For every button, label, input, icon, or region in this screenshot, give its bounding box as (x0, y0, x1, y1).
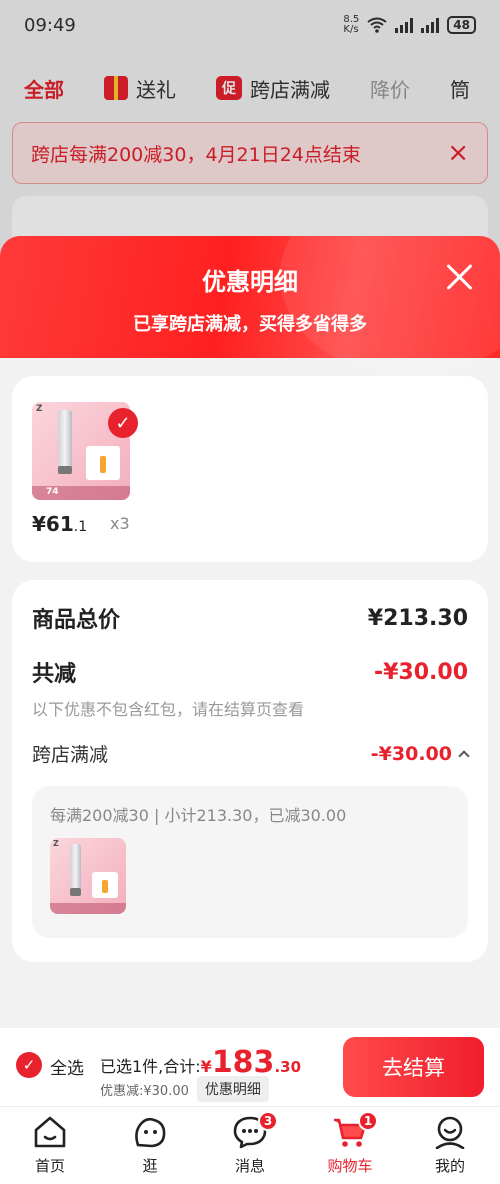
nav-cart-label: 购物车 (327, 1157, 373, 1175)
nav-message-label: 消息 (234, 1157, 265, 1175)
home-icon (34, 1116, 66, 1148)
price-currency: ¥ (32, 512, 46, 536)
nav-stroll[interactable]: 逛 (100, 1107, 200, 1184)
selected-count-text: 已选1件,合计: (100, 1057, 201, 1076)
product-image-strip-num: 74 (46, 487, 59, 497)
selected-check-icon: ✓ (108, 408, 138, 438)
price-dec: .1 (73, 519, 88, 535)
detail-product-image[interactable]: Z (50, 838, 126, 914)
nav-cart[interactable]: 1 购物车 (300, 1107, 400, 1184)
select-all-label[interactable]: 全选 (50, 1054, 84, 1079)
cross-store-detail-text: 每满200减30 | 小计213.30，已减30.00 (50, 806, 347, 825)
profile-icon (435, 1116, 465, 1149)
total-price-label: 商品总价 (32, 608, 121, 633)
nav-profile-label: 我的 (434, 1157, 465, 1175)
checkout-button[interactable]: 去结算 (343, 1037, 484, 1097)
reduce-label: 共减 (32, 662, 77, 687)
product-card: Z 74 ✓ ¥61.1 x3 (12, 376, 488, 562)
nav-stroll-label: 逛 (142, 1157, 158, 1175)
nav-profile[interactable]: 我的 (400, 1107, 500, 1184)
reduce-value: -¥30.00 (373, 659, 468, 685)
cross-store-row[interactable]: 跨店满减 -¥30.00 (32, 740, 470, 767)
discount-line: 优惠减:¥30.00 优惠明细 (100, 1076, 269, 1102)
product-image-strip: 74 (32, 486, 130, 500)
message-badge: 3 (258, 1111, 278, 1131)
nav-home[interactable]: 首页 (0, 1107, 100, 1184)
product-mini-graphic (86, 446, 120, 480)
reduce-row: 共减 -¥30.00 (32, 656, 468, 688)
bottom-nav: 首页 逛 3 消息 1 购物车 我的 (0, 1106, 500, 1184)
cross-store-amount: -¥30.00 (370, 742, 452, 765)
cross-store-detail-box: 每满200减30 | 小计213.30，已减30.00 Z (32, 786, 468, 938)
price-summary-card: 商品总价 ¥213.30 共减 -¥30.00 以下优惠不包含红包，请在结算页查… (12, 580, 488, 962)
sheet-title: 优惠明细 (202, 268, 298, 296)
total-price-row: 商品总价 ¥213.30 (32, 602, 468, 634)
cross-store-label: 跨店满减 (32, 744, 109, 766)
detail-tube-graphic (70, 844, 81, 896)
sheet-close-icon[interactable] (446, 262, 474, 290)
total-dec: .30 (274, 1058, 302, 1076)
product-price: ¥61.1 (32, 512, 87, 536)
nav-message[interactable]: 3 消息 (200, 1107, 300, 1184)
checkout-bar: ✓ 全选 已选1件,合计: ¥ 183 .30 优惠减:¥30.00 优惠明细 … (0, 1028, 500, 1106)
select-all-checkbox[interactable]: ✓ (16, 1052, 42, 1078)
price-int: 61 (45, 512, 74, 536)
total-currency: ¥ (200, 1057, 212, 1076)
product-tube-graphic (58, 410, 72, 474)
discount-note: 以下优惠不包含红包，请在结算页查看 (32, 700, 305, 719)
stroll-icon (135, 1117, 166, 1148)
total-int: 183 (211, 1045, 275, 1080)
cross-store-value: -¥30.00 (370, 742, 470, 765)
detail-brand-logo: Z (53, 839, 59, 848)
discount-detail-sheet: 优惠明细 已享跨店满减，买得多省得多 Z 74 ✓ ¥61.1 x3 商品总价 … (0, 236, 500, 1028)
discount-detail-button[interactable]: 优惠明细 (196, 1076, 269, 1102)
detail-mini-graphic (92, 872, 118, 898)
sheet-header: 优惠明细 已享跨店满减，买得多省得多 (0, 236, 500, 376)
sheet-subtitle: 已享跨店满减，买得多省得多 (133, 314, 367, 335)
nav-home-label: 首页 (34, 1157, 65, 1175)
product-quantity: x3 (110, 514, 130, 533)
detail-image-strip (50, 903, 126, 914)
discount-amount: 优惠减:¥30.00 (100, 1083, 189, 1099)
cart-badge: 1 (358, 1111, 378, 1131)
selected-total: 已选1件,合计: ¥ 183 .30 (100, 1045, 302, 1080)
chevron-up-icon[interactable] (458, 749, 470, 762)
brand-logo: Z (36, 404, 43, 414)
total-price-value: ¥213.30 (367, 605, 468, 631)
